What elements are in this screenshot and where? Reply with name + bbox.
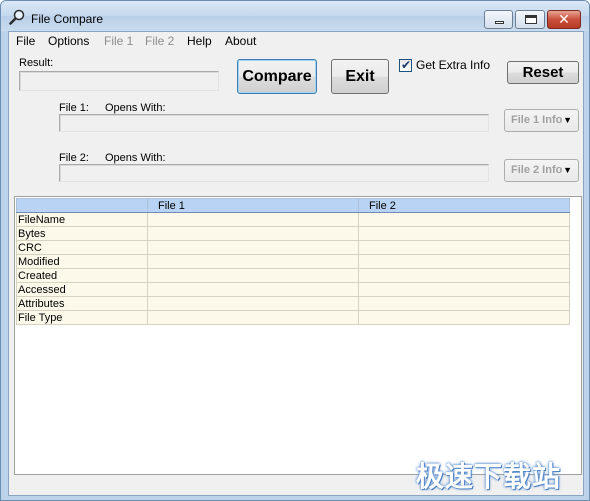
row-file1-value[interactable] — [147, 296, 359, 311]
table-row[interactable]: Accessed — [16, 282, 570, 297]
row-property: FileName — [16, 212, 148, 227]
row-file1-value[interactable] — [147, 226, 359, 241]
compare-button[interactable]: Compare — [237, 59, 317, 94]
window-title: File Compare — [31, 12, 104, 26]
maximize-icon — [525, 15, 537, 24]
menu-bar: File Options File 1 File 2 Help About — [9, 32, 583, 50]
file1-opens-with-label: Opens With: — [105, 102, 166, 114]
client-area: File Options File 1 File 2 Help About Re… — [8, 31, 584, 496]
exit-button[interactable]: Exit — [331, 59, 389, 94]
table-header-row: File 1 File 2 — [16, 198, 570, 213]
table-row[interactable]: CRC — [16, 240, 570, 255]
column-header-file2[interactable]: File 2 — [358, 198, 570, 213]
file1-info-label: File 1 Info — [511, 114, 563, 126]
row-property: Bytes — [16, 226, 148, 241]
magnifier-icon — [9, 9, 25, 25]
file2-label: File 2: — [59, 152, 89, 164]
row-file2-value[interactable] — [358, 310, 570, 325]
menu-options[interactable]: Options — [48, 34, 89, 48]
file1-info-button[interactable]: File 1 Info ▼ — [504, 109, 579, 132]
table-row[interactable]: Created — [16, 268, 570, 283]
menu-file2[interactable]: File 2 — [145, 34, 174, 48]
extra-info-label: Get Extra Info — [416, 58, 491, 72]
table-row[interactable]: FileName — [16, 212, 570, 227]
file2-opens-with-label: Opens With: — [105, 152, 166, 164]
row-file2-value[interactable] — [358, 240, 570, 255]
result-label: Result: — [19, 57, 54, 69]
table-row[interactable]: Bytes — [16, 226, 570, 241]
menu-file1[interactable]: File 1 — [104, 34, 133, 48]
row-file1-value[interactable] — [147, 240, 359, 255]
close-icon: ✕ — [558, 11, 570, 27]
row-file2-value[interactable] — [358, 296, 570, 311]
row-file2-value[interactable] — [358, 254, 570, 269]
table-row[interactable]: Attributes — [16, 296, 570, 311]
row-property: Created — [16, 268, 148, 283]
row-property: CRC — [16, 240, 148, 255]
row-file1-value[interactable] — [147, 268, 359, 283]
close-button[interactable]: ✕ — [547, 10, 581, 29]
row-file1-value[interactable] — [147, 282, 359, 297]
result-field[interactable] — [19, 71, 219, 91]
maximize-button[interactable] — [515, 10, 545, 29]
file2-info-label: File 2 Info — [511, 164, 563, 176]
table-row[interactable]: File Type — [16, 310, 570, 325]
checkmark-icon: ✔ — [401, 58, 412, 72]
file1-label: File 1: — [59, 102, 89, 114]
reset-button[interactable]: Reset — [507, 61, 579, 84]
table-row[interactable]: Modified — [16, 254, 570, 269]
row-file1-value[interactable] — [147, 310, 359, 325]
row-property: Accessed — [16, 282, 148, 297]
row-property: Attributes — [16, 296, 148, 311]
file1-path-field[interactable] — [59, 114, 489, 132]
menu-help[interactable]: Help — [187, 34, 212, 48]
watermark-text: 极速下载站 — [416, 460, 562, 493]
minimize-icon — [495, 21, 504, 24]
row-file2-value[interactable] — [358, 226, 570, 241]
column-header-property[interactable] — [16, 198, 148, 213]
app-window: File Compare ✕ File Options File 1 File … — [0, 0, 590, 501]
comparison-table: File 1 File 2 FileName Bytes CRC Modifie… — [16, 198, 570, 325]
row-property: Modified — [16, 254, 148, 269]
row-file2-value[interactable] — [358, 282, 570, 297]
row-file2-value[interactable] — [358, 212, 570, 227]
minimize-button[interactable] — [484, 10, 513, 29]
row-file1-value[interactable] — [147, 254, 359, 269]
dropdown-arrow-icon: ▼ — [563, 115, 572, 125]
file2-info-button[interactable]: File 2 Info ▼ — [504, 159, 579, 182]
column-header-file1[interactable]: File 1 — [147, 198, 359, 213]
menu-about[interactable]: About — [225, 34, 256, 48]
row-property: File Type — [16, 310, 148, 325]
title-bar[interactable]: File Compare ✕ — [1, 1, 589, 31]
row-file2-value[interactable] — [358, 268, 570, 283]
menu-file[interactable]: File — [16, 34, 35, 48]
dropdown-arrow-icon: ▼ — [563, 165, 572, 175]
comparison-grid[interactable]: File 1 File 2 FileName Bytes CRC Modifie… — [14, 196, 582, 475]
extra-info-checkbox[interactable]: ✔ — [399, 58, 412, 72]
row-file1-value[interactable] — [147, 212, 359, 227]
file2-path-field[interactable] — [59, 164, 489, 182]
